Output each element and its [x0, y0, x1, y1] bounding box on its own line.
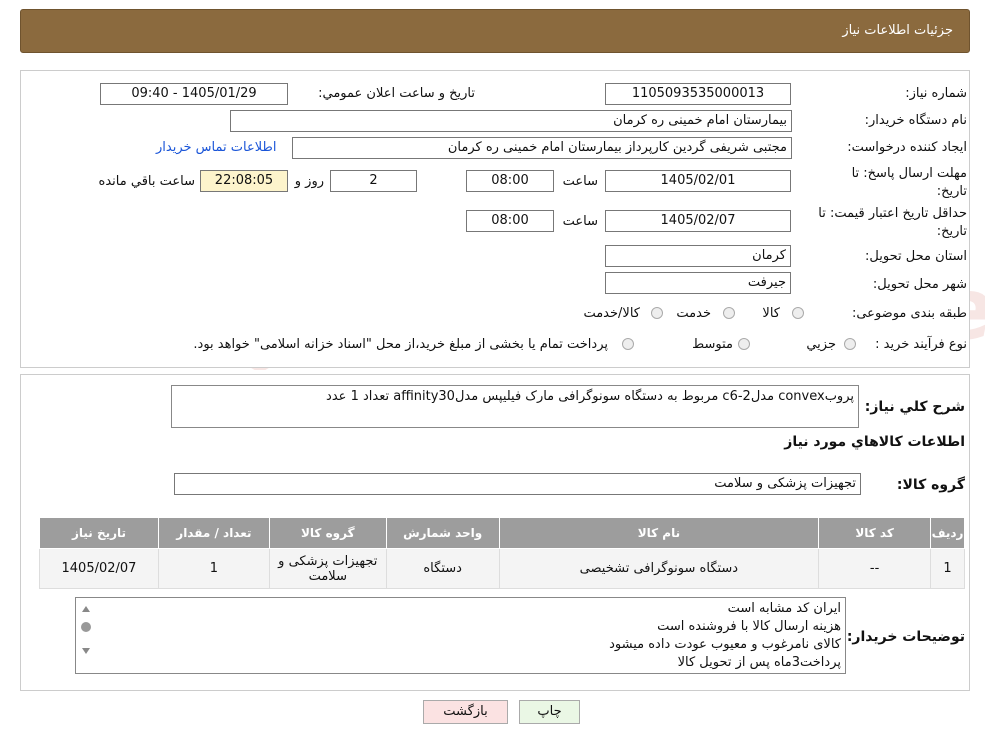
goods-group-label: گروه کالا: [896, 477, 965, 493]
goods-group-field: تجهیزات پزشکی و سلامت [174, 473, 861, 495]
description-field: پروبconvex مدلc6-2 مربوط به دستگاه سونوگ… [171, 385, 859, 428]
table-row: 1 -- دستگاه سونوگرافی تشخیصی دستگاه تجهی… [39, 548, 965, 589]
col-group: گروه کالا [268, 517, 387, 549]
description-label: شرح کلي نیاز: [864, 399, 965, 415]
scrollbar-arrows-icon [81, 606, 91, 654]
creator-field: مجتبی شریفی گردین کارپرداز بیمارستان اما… [292, 137, 792, 159]
days-label: روز و [294, 174, 324, 189]
process-option-partial: جزیي [806, 337, 836, 352]
buyer-field: بیمارستان امام خمینی ره کرمان [230, 110, 792, 132]
process-radio-medium[interactable] [738, 338, 750, 350]
process-option-medium: متوسط [692, 337, 733, 352]
creator-label: ایجاد کننده درخواست: [847, 140, 967, 155]
goods-table: ردیف کد کالا نام کالا واحد شمارش گروه کا… [39, 517, 965, 589]
col-row: ردیف [930, 517, 965, 549]
col-quantity: تعداد / مقدار [157, 517, 270, 549]
category-radio-service[interactable] [723, 307, 735, 319]
cell-quantity: 1 [157, 548, 270, 589]
validity-time-label: ساعت [562, 214, 598, 229]
city-field: جیرفت [605, 272, 791, 294]
buyer-note-line-1: ایران کد مشابه است [727, 601, 841, 616]
category-option-goods-service: کالا/خدمت [583, 306, 640, 321]
description-text: پروبconvex مدلc6-2 مربوط به دستگاه سونوگ… [326, 389, 854, 404]
buyer-note-line-4: پرداخت3ماه پس از تحویل کالا [677, 655, 841, 670]
need-number-field: 1105093535000013 [605, 83, 791, 105]
deadline-time-label: ساعت [562, 174, 598, 189]
buyer-note-line-3: کالای نامرغوب و معیوب عودت داده میشود [609, 637, 841, 652]
cell-date: 1405/02/07 [39, 548, 159, 589]
remaining-time-field: 22:08:05 [200, 170, 288, 192]
validity-label: حداقل تاریخ اعتبار قیمت: تا [818, 206, 967, 221]
category-option-goods: کالا [762, 306, 780, 321]
need-number-label: شماره نیاز: [905, 86, 967, 101]
days-field: 2 [330, 170, 417, 192]
cell-group: تجهیزات پزشکی و سلامت [268, 548, 387, 589]
col-unit: واحد شمارش [385, 517, 500, 549]
province-field: کرمان [605, 245, 791, 267]
deadline-time-field: 08:00 [466, 170, 554, 192]
contact-buyer-link[interactable]: اطلاعات تماس خریدار [156, 140, 276, 155]
process-label: نوع فرآیند خرید : [875, 337, 967, 352]
buyer-label: نام دستگاه خریدار: [864, 113, 967, 128]
validity-time-field: 08:00 [466, 210, 554, 232]
deadline-label: مهلت ارسال پاسخ: تا [851, 166, 967, 181]
category-radio-goods[interactable] [792, 307, 804, 319]
buyer-notes-scrollbar[interactable] [79, 600, 93, 671]
process-radio-partial[interactable] [844, 338, 856, 350]
cell-name: دستگاه سونوگرافی تشخیصی [498, 548, 820, 589]
city-label: شهر محل تحویل: [872, 277, 967, 292]
validity-label-date: تاریخ: [936, 224, 967, 239]
category-label: طبقه بندی موضوعی: [851, 306, 967, 321]
back-button[interactable]: بازگشت [423, 700, 508, 724]
cell-unit: دستگاه [385, 548, 500, 589]
print-button[interactable]: چاپ [519, 700, 580, 724]
cell-code: -- [818, 548, 932, 589]
col-name: نام کالا [498, 517, 820, 549]
province-label: استان محل تحویل: [865, 249, 967, 264]
deadline-label-date: تاریخ: [936, 184, 967, 199]
col-date: تاریخ نیاز [39, 517, 159, 549]
category-radio-goods-service[interactable] [651, 307, 663, 319]
buyer-note-line-2: هزینه ارسال کالا با فروشنده است [657, 619, 841, 634]
announce-field: 1405/01/29 - 09:40 [100, 83, 288, 105]
buyer-notes-label: توضیحات خریدار: [846, 629, 965, 645]
process-radio-treasury[interactable] [622, 338, 634, 350]
cell-row: 1 [930, 548, 965, 589]
deadline-date-field: 1405/02/01 [605, 170, 791, 192]
process-note: پرداخت تمام یا بخشی از مبلغ خرید،از محل … [193, 337, 608, 352]
buyer-notes-field[interactable]: ایران کد مشابه است هزینه ارسال کالا با ف… [75, 597, 846, 674]
remaining-label: ساعت باقي مانده [98, 174, 195, 189]
goods-section-title: اطلاعات کالاهاي مورد نیاز [784, 434, 965, 450]
goods-table-header: ردیف کد کالا نام کالا واحد شمارش گروه کا… [39, 517, 965, 549]
col-code: کد کالا [818, 517, 932, 549]
announce-label: تاریخ و ساعت اعلان عمومي: [318, 86, 475, 101]
page-header: جزئیات اطلاعات نیاز [20, 9, 970, 53]
validity-date-field: 1405/02/07 [605, 210, 791, 232]
page-title: جزئیات اطلاعات نیاز [842, 23, 953, 38]
category-option-service: خدمت [676, 306, 711, 321]
